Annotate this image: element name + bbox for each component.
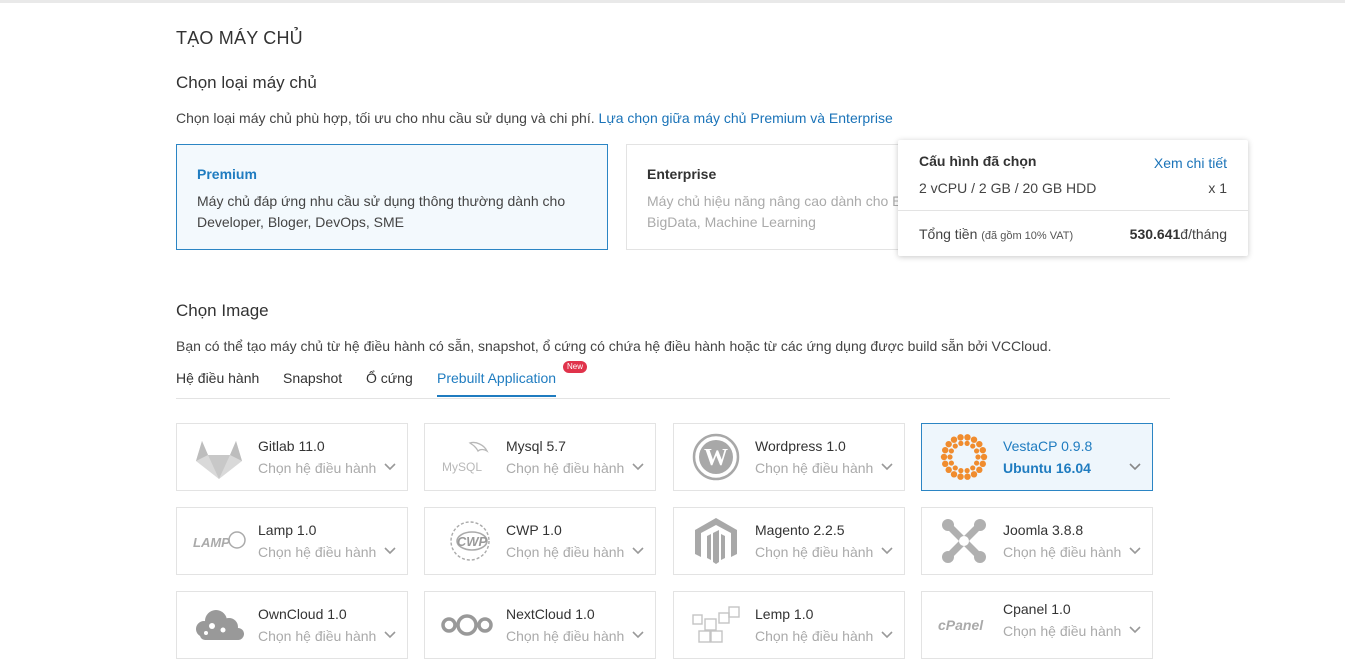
wordpress-icon: W: [688, 432, 744, 482]
app-card-wordpress[interactable]: W Wordpress 1.0 Chọn hệ điều hành: [673, 423, 905, 491]
app-name: Cpanel 1.0: [1003, 601, 1071, 617]
app-card-cpanel[interactable]: cPanel Cpanel 1.0 Chọn hệ điều hành: [921, 591, 1153, 659]
os-select[interactable]: Chọn hệ điều hành: [506, 628, 624, 644]
summary-price: 530.641đ/tháng: [1130, 226, 1227, 242]
app-card-lemp[interactable]: Lemp 1.0 Chọn hệ điều hành: [673, 591, 905, 659]
vat-note: (đã gồm 10% VAT): [981, 230, 1074, 242]
price-unit: đ/tháng: [1180, 226, 1227, 242]
chevron-down-icon[interactable]: [631, 546, 645, 556]
cwp-icon: CWP: [439, 516, 495, 566]
chevron-down-icon[interactable]: [631, 630, 645, 640]
os-select[interactable]: Chọn hệ điều hành: [1003, 544, 1121, 560]
os-select[interactable]: Chọn hệ điều hành: [258, 460, 376, 476]
image-tabs: Hệ điều hành Snapshot Ổ cứng Prebuilt Ap…: [176, 361, 1170, 399]
app-card-lamp[interactable]: LAMP Lamp 1.0 Chọn hệ điều hành: [176, 507, 408, 575]
app-name: Lemp 1.0: [755, 606, 814, 622]
app-card-joomla[interactable]: Joomla 3.8.8 Chọn hệ điều hành: [921, 507, 1153, 575]
server-type-desc-line: Developer, Bloger, DevOps, SME: [197, 214, 404, 230]
os-select[interactable]: Chọn hệ điều hành: [506, 544, 624, 560]
tab-operating-system[interactable]: Hệ điều hành: [176, 370, 259, 386]
chevron-down-icon[interactable]: [631, 462, 645, 472]
app-name: Mysql 5.7: [506, 438, 566, 454]
total-label: Tổng tiền: [919, 226, 978, 242]
new-badge: New: [563, 361, 588, 373]
joomla-icon: [936, 516, 992, 566]
svg-text:LAMP: LAMP: [193, 535, 230, 550]
chevron-down-icon[interactable]: [880, 630, 894, 640]
svg-text:MySQL: MySQL: [442, 460, 482, 474]
server-type-description-text: Chọn loại máy chủ phù hợp, tối ưu cho nh…: [176, 110, 595, 126]
chevron-down-icon[interactable]: [383, 630, 397, 640]
top-border: [0, 0, 1345, 3]
image-description: Bạn có thể tạo máy chủ từ hệ điều hành c…: [176, 338, 1052, 354]
server-type-desc-line: Máy chủ đáp ứng nhu cầu sử dụng thông th…: [197, 193, 566, 209]
lemp-icon: [688, 600, 744, 650]
app-name: Joomla 3.8.8: [1003, 522, 1084, 538]
os-select[interactable]: Chọn hệ điều hành: [1003, 623, 1121, 639]
magento-icon: [688, 516, 744, 566]
tab-prebuilt-application[interactable]: Prebuilt Application: [437, 370, 557, 397]
os-select[interactable]: Chọn hệ điều hành: [755, 628, 873, 644]
gitlab-icon: [191, 432, 247, 482]
compare-server-types-link[interactable]: Lựa chọn giữa máy chủ Premium và Enterpr…: [599, 110, 893, 126]
nextcloud-icon: [439, 600, 495, 650]
app-name: NextCloud 1.0: [506, 606, 595, 622]
os-select[interactable]: Chọn hệ điều hành: [506, 460, 624, 476]
app-card-owncloud[interactable]: OwnCloud 1.0 Chọn hệ điều hành: [176, 591, 408, 659]
summary-total-label: Tổng tiền (đã gồm 10% VAT): [919, 226, 1073, 242]
app-card-mysql[interactable]: MySQL Mysql 5.7 Chọn hệ điều hành: [424, 423, 656, 491]
view-details-link[interactable]: Xem chi tiết: [1154, 155, 1227, 171]
tab-disk[interactable]: Ổ cứng: [366, 370, 413, 386]
svg-text:cPanel: cPanel: [938, 617, 984, 633]
chevron-down-icon[interactable]: [383, 546, 397, 556]
server-type-premium-card[interactable]: Premium Máy chủ đáp ứng nhu cầu sử dụng …: [176, 144, 608, 250]
config-summary-panel: Cấu hình đã chọn Xem chi tiết 2 vCPU / 2…: [898, 140, 1248, 256]
server-type-description: Chọn loại máy chủ phù hợp, tối ưu cho nh…: [176, 110, 893, 126]
app-name: Wordpress 1.0: [755, 438, 846, 454]
summary-divider: [898, 210, 1248, 211]
app-card-nextcloud[interactable]: NextCloud 1.0 Chọn hệ điều hành: [424, 591, 656, 659]
chevron-down-icon[interactable]: [383, 462, 397, 472]
chevron-down-icon[interactable]: [1128, 546, 1142, 556]
summary-quantity: x 1: [1208, 180, 1227, 196]
lamp-icon: LAMP: [191, 516, 247, 566]
cpanel-icon: cPanel: [936, 600, 992, 650]
chevron-down-icon[interactable]: [1128, 462, 1142, 472]
server-type-title: Premium: [197, 166, 257, 182]
summary-config: 2 vCPU / 2 GB / 20 GB HDD: [919, 180, 1097, 196]
price-value: 530.641: [1129, 226, 1181, 242]
app-card-gitlab[interactable]: Gitlab 11.0 Chọn hệ điều hành: [176, 423, 408, 491]
os-select[interactable]: Chọn hệ điều hành: [258, 544, 376, 560]
page-title: TẠO MÁY CHỦ: [176, 28, 303, 48]
vestacp-icon: [936, 432, 992, 482]
mysql-icon: MySQL: [439, 432, 495, 482]
chevron-down-icon[interactable]: [880, 546, 894, 556]
os-select[interactable]: Ubuntu 16.04: [1003, 460, 1091, 476]
app-name: Magento 2.2.5: [755, 522, 845, 538]
server-type-heading: Chọn loại máy chủ: [176, 73, 317, 92]
server-type-desc: Máy chủ đáp ứng nhu cầu sử dụng thông th…: [197, 191, 587, 233]
svg-text:W: W: [704, 445, 728, 471]
os-select[interactable]: Chọn hệ điều hành: [258, 628, 376, 644]
image-heading: Chọn Image: [176, 301, 269, 320]
app-card-magento[interactable]: Magento 2.2.5 Chọn hệ điều hành: [673, 507, 905, 575]
app-name: Gitlab 11.0: [258, 438, 325, 454]
os-select[interactable]: Chọn hệ điều hành: [755, 544, 873, 560]
app-name: Lamp 1.0: [258, 522, 317, 538]
app-name: CWP 1.0: [506, 522, 562, 538]
summary-heading: Cấu hình đã chọn: [919, 153, 1037, 169]
os-select[interactable]: Chọn hệ điều hành: [755, 460, 873, 476]
app-card-vestacp[interactable]: VestaCP 0.9.8 Ubuntu 16.04: [921, 423, 1153, 491]
app-name: VestaCP 0.9.8: [1003, 438, 1093, 454]
tab-snapshot[interactable]: Snapshot: [283, 370, 342, 386]
app-name: OwnCloud 1.0: [258, 606, 347, 622]
svg-text:CWP: CWP: [457, 534, 488, 549]
server-type-title: Enterprise: [647, 166, 717, 182]
owncloud-icon: [191, 600, 247, 650]
chevron-down-icon[interactable]: [1128, 625, 1142, 635]
chevron-down-icon[interactable]: [880, 462, 894, 472]
app-card-cwp[interactable]: CWP CWP 1.0 Chọn hệ điều hành: [424, 507, 656, 575]
